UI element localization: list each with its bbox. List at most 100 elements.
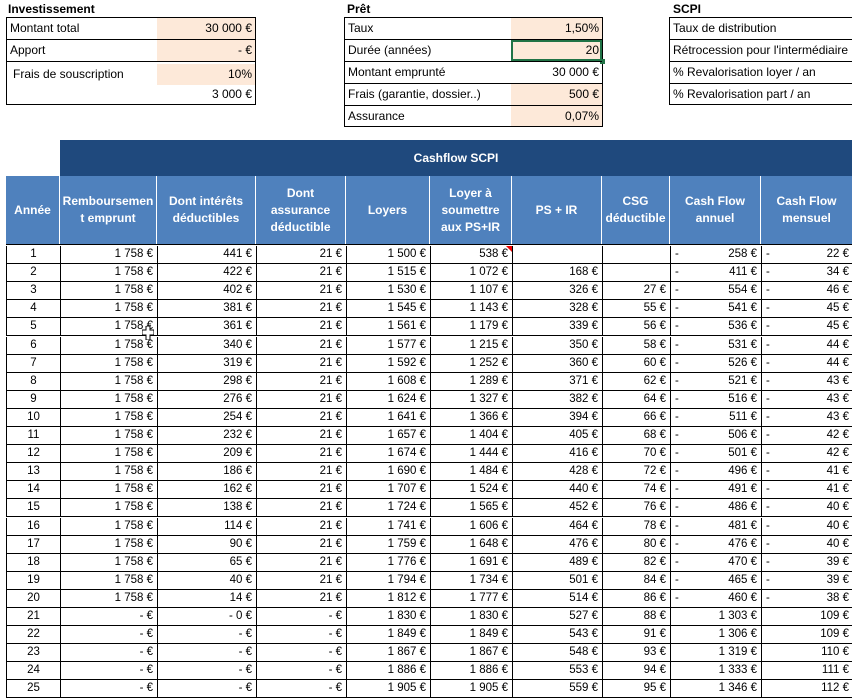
cell-annee[interactable]: 13 xyxy=(7,463,61,481)
cell-loyers[interactable]: 1 849 € xyxy=(347,626,431,644)
cell-csg[interactable]: 84 € xyxy=(603,571,671,589)
cell-cashflow-mensuel[interactable]: - 45 € xyxy=(762,318,852,335)
cell-ps-ir[interactable]: 339 € xyxy=(513,318,603,336)
cell-ps-ir[interactable]: 416 € xyxy=(513,445,603,463)
cell-cashflow-annuel[interactable]: - 486 € xyxy=(671,499,762,517)
cell-loyer-soumettre[interactable]: 538 € xyxy=(431,246,513,263)
cell-assurance[interactable]: 21 € xyxy=(257,264,347,282)
cell-annee[interactable]: 1 xyxy=(7,246,61,263)
cell-interets[interactable]: - € xyxy=(158,680,257,698)
cell-assurance[interactable]: - € xyxy=(257,662,347,680)
cell-loyer-soumettre[interactable]: 1 327 € xyxy=(431,390,513,408)
cell-loyers[interactable]: 1 530 € xyxy=(347,282,431,300)
cell-interets[interactable]: - € xyxy=(158,644,257,662)
cell-csg[interactable]: 64 € xyxy=(603,390,671,408)
cell-interets[interactable]: 319 € xyxy=(158,354,257,372)
cell-cashflow-annuel[interactable]: - 491 € xyxy=(671,481,762,499)
cell-remboursement[interactable]: - € xyxy=(61,662,158,680)
cell-csg[interactable]: 82 € xyxy=(603,553,671,571)
cell-ps-ir[interactable]: 548 € xyxy=(513,644,603,662)
pret-value-frais[interactable]: 500 € xyxy=(511,84,602,105)
cell-assurance[interactable]: 21 € xyxy=(257,300,347,318)
cell-assurance[interactable]: 21 € xyxy=(257,372,347,390)
cell-csg[interactable]: 58 € xyxy=(603,336,671,354)
cell-annee[interactable]: 8 xyxy=(7,372,61,390)
cell-ps-ir[interactable]: 326 € xyxy=(513,282,603,300)
inv-label-montant-total[interactable]: Montant total xyxy=(7,18,157,39)
cell-remboursement[interactable]: 1 758 € xyxy=(61,246,158,263)
cell-loyer-soumettre[interactable]: 1 648 € xyxy=(431,535,513,553)
cell-annee[interactable]: 6 xyxy=(7,336,61,354)
cell-assurance[interactable]: 21 € xyxy=(257,481,347,499)
cell-loyers[interactable]: 1 794 € xyxy=(347,571,431,589)
cell-remboursement[interactable]: - € xyxy=(61,626,158,644)
cell-loyers[interactable]: 1 674 € xyxy=(347,445,431,463)
cell-loyers[interactable]: 1 759 € xyxy=(347,535,431,553)
cell-cashflow-annuel[interactable]: - 481 € xyxy=(671,517,762,535)
cell-assurance[interactable]: - € xyxy=(257,644,347,662)
cell-cashflow-mensuel[interactable]: 109 € xyxy=(762,608,852,625)
cell-cashflow-mensuel[interactable]: - 46 € xyxy=(762,282,852,299)
cell-loyer-soumettre[interactable]: 1 444 € xyxy=(431,445,513,463)
cell-loyer-soumettre[interactable]: 1 905 € xyxy=(431,680,513,698)
cell-cashflow-annuel[interactable]: 1 319 € xyxy=(671,644,762,662)
cell-loyer-soumettre[interactable]: 1 734 € xyxy=(431,571,513,589)
cell-csg[interactable]: 95 € xyxy=(603,680,671,698)
cell-assurance[interactable]: 21 € xyxy=(257,535,347,553)
cell-ps-ir[interactable]: 440 € xyxy=(513,481,603,499)
cell-interets[interactable]: 361 € xyxy=(158,318,257,336)
cell-remboursement[interactable]: 1 758 € xyxy=(61,300,158,318)
cell-csg[interactable]: 72 € xyxy=(603,463,671,481)
cell-assurance[interactable]: 21 € xyxy=(257,445,347,463)
cell-interets[interactable]: 441 € xyxy=(158,246,257,263)
cell-remboursement[interactable]: 1 758 € xyxy=(61,553,158,571)
cell-csg[interactable]: 62 € xyxy=(603,372,671,390)
cell-csg[interactable]: 76 € xyxy=(603,499,671,517)
cell-remboursement[interactable]: 1 758 € xyxy=(61,264,158,282)
cell-ps-ir[interactable]: 350 € xyxy=(513,336,603,354)
cell-cashflow-mensuel[interactable]: - 34 € xyxy=(762,264,852,281)
cell-remboursement[interactable]: 1 758 € xyxy=(61,282,158,300)
cell-interets[interactable]: 162 € xyxy=(158,481,257,499)
cell-loyers[interactable]: 1 690 € xyxy=(347,463,431,481)
cell-cashflow-annuel[interactable]: 1 303 € xyxy=(671,608,762,625)
cell-assurance[interactable]: 21 € xyxy=(257,408,347,426)
cell-remboursement[interactable]: 1 758 € xyxy=(61,535,158,553)
cell-csg[interactable] xyxy=(603,264,671,282)
scpi-label-retrocession[interactable]: Rétrocession pour l'intermédiaire xyxy=(670,40,852,61)
cell-assurance[interactable]: 21 € xyxy=(257,571,347,589)
cell-annee[interactable]: 16 xyxy=(7,517,61,535)
cell-annee[interactable]: 4 xyxy=(7,300,61,318)
cell-remboursement[interactable]: 1 758 € xyxy=(61,408,158,426)
cell-ps-ir[interactable] xyxy=(513,246,603,263)
pret-value-montant[interactable]: 30 000 € xyxy=(511,62,602,83)
cell-csg[interactable]: 60 € xyxy=(603,354,671,372)
cell-loyer-soumettre[interactable]: 1 289 € xyxy=(431,372,513,390)
cell-remboursement[interactable]: - € xyxy=(61,608,158,625)
cell-remboursement[interactable]: 1 758 € xyxy=(61,481,158,499)
cell-loyer-soumettre[interactable]: 1 179 € xyxy=(431,318,513,336)
cell-csg[interactable]: 27 € xyxy=(603,282,671,300)
cell-remboursement[interactable]: 1 758 € xyxy=(61,427,158,444)
cell-ps-ir[interactable]: 476 € xyxy=(513,535,603,553)
cell-loyer-soumettre[interactable]: 1 107 € xyxy=(431,282,513,300)
cell-ps-ir[interactable]: 514 € xyxy=(513,589,603,607)
inv-label-frais-souscription[interactable]: Frais de souscription xyxy=(10,64,160,85)
cell-loyer-soumettre[interactable]: 1 404 € xyxy=(431,427,513,444)
cell-interets[interactable]: 232 € xyxy=(158,427,257,444)
cell-interets[interactable]: 422 € xyxy=(158,264,257,282)
cell-interets[interactable]: 276 € xyxy=(158,390,257,408)
cell-loyer-soumettre[interactable]: 1 072 € xyxy=(431,264,513,282)
cell-remboursement[interactable]: 1 758 € xyxy=(61,372,158,390)
cell-annee[interactable]: 2 xyxy=(7,264,61,282)
cell-loyers[interactable]: 1 624 € xyxy=(347,390,431,408)
cell-interets[interactable]: 14 € xyxy=(158,589,257,607)
scpi-label-revalorisation-part[interactable]: % Revalorisation part / an xyxy=(670,84,852,105)
cell-loyers[interactable]: 1 776 € xyxy=(347,553,431,571)
cell-cashflow-annuel[interactable]: - 496 € xyxy=(671,463,762,481)
cell-cashflow-mensuel[interactable]: - 38 € xyxy=(762,590,852,607)
cell-cashflow-mensuel[interactable]: - 40 € xyxy=(762,518,852,535)
pret-label-frais[interactable]: Frais (garantie, dossier..) xyxy=(345,84,511,105)
cell-loyers[interactable]: 1 608 € xyxy=(347,372,431,390)
cell-cashflow-mensuel[interactable]: - 44 € xyxy=(762,355,852,372)
